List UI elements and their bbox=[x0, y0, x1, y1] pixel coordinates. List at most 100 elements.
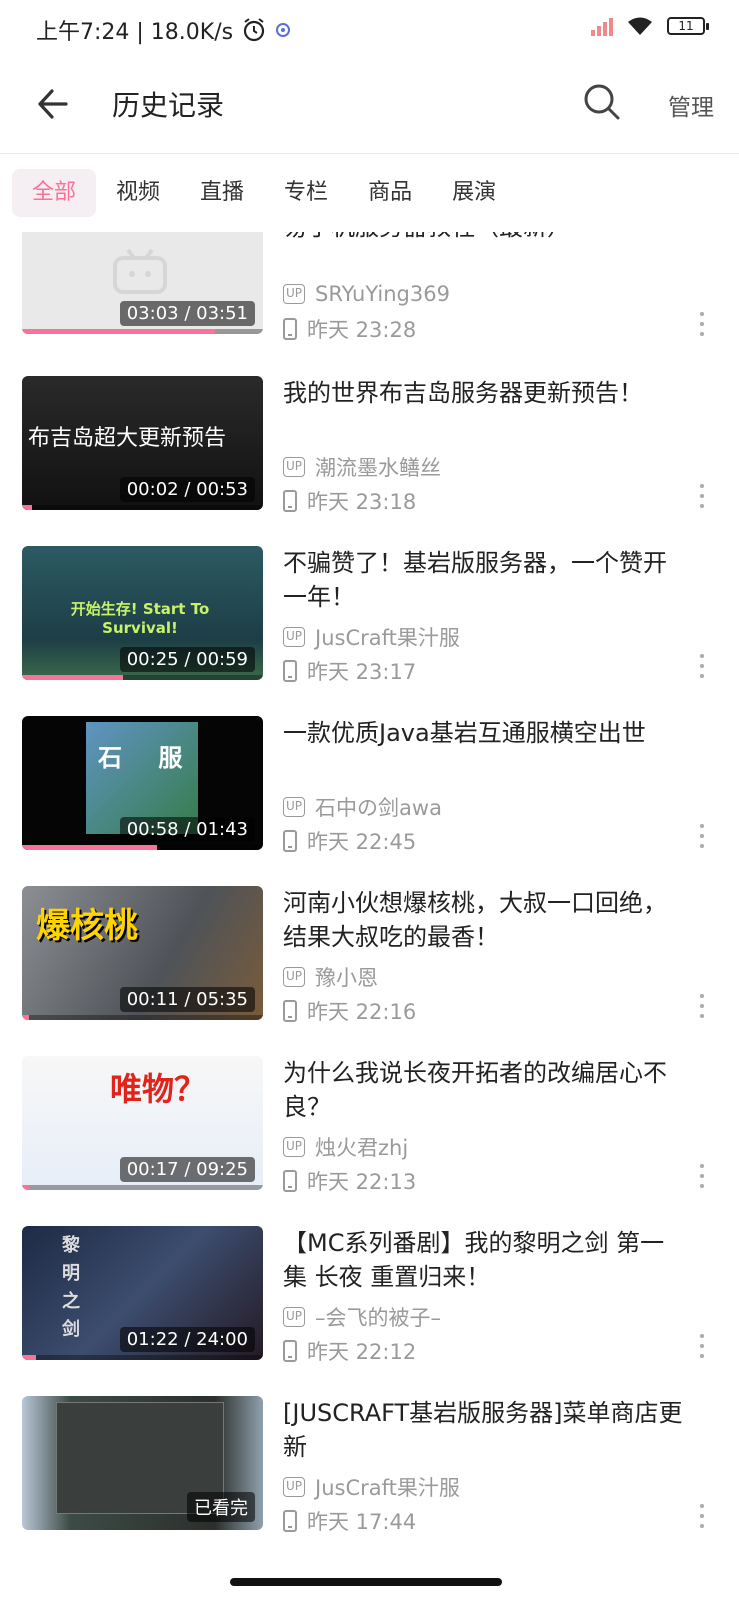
more-options-icon[interactable] bbox=[698, 1164, 706, 1188]
video-thumbnail[interactable]: 已看完 bbox=[22, 1396, 263, 1530]
video-info: 为什么我说长夜开拓者的改编居心不良？ bbox=[283, 1056, 683, 1124]
time-row: 昨天 17:44 bbox=[283, 1506, 416, 1536]
history-list: 03:03 / 03:51 易手机服务器教程（最新） UP SRYuYing36… bbox=[0, 232, 739, 1550]
list-item[interactable]: 03:03 / 03:51 易手机服务器教程（最新） UP SRYuYing36… bbox=[0, 232, 739, 342]
status-right: 11 bbox=[591, 16, 709, 36]
list-item[interactable]: 开始生存! Start To Survival! 00:25 / 00:59 不… bbox=[0, 546, 739, 684]
uploader-name: JusCraft果汁服 bbox=[315, 1476, 460, 1500]
more-options-icon[interactable] bbox=[698, 1504, 706, 1528]
battery-icon: 11 bbox=[667, 17, 709, 35]
more-options-icon[interactable] bbox=[698, 1334, 706, 1358]
watch-time: 昨天 23:17 bbox=[307, 660, 417, 684]
time-row: 昨天 22:45 bbox=[283, 826, 416, 856]
more-options-icon[interactable] bbox=[698, 312, 706, 336]
page-title: 历史记录 bbox=[112, 89, 225, 122]
video-info: 我的世界布吉岛服务器更新预告！ bbox=[283, 376, 683, 410]
up-icon: UP bbox=[283, 797, 306, 817]
phone-icon bbox=[283, 830, 297, 852]
tab-video[interactable]: 视频 bbox=[96, 169, 180, 217]
up-icon: UP bbox=[283, 627, 306, 647]
video-title: [JUSCRAFT基岩版服务器]菜单商店更新 bbox=[283, 1399, 683, 1461]
phone-icon bbox=[283, 1510, 297, 1532]
list-item[interactable]: 石 服 00:58 / 01:43 一款优质Java基岩互通服横空出世 UP 石… bbox=[0, 716, 739, 854]
up-icon: UP bbox=[283, 1477, 306, 1497]
tab-column[interactable]: 专栏 bbox=[264, 169, 348, 217]
uploader-row: UP 潮流墨水鳝丝 bbox=[283, 452, 441, 482]
video-thumbnail[interactable]: 03:03 / 03:51 bbox=[22, 232, 263, 334]
watch-time: 昨天 17:44 bbox=[307, 1510, 417, 1534]
time-row: 昨天 22:13 bbox=[283, 1166, 416, 1196]
video-thumbnail[interactable]: 开始生存! Start To Survival! 00:25 / 00:59 bbox=[22, 546, 263, 680]
uploader-name: 石中の剑awa bbox=[315, 796, 442, 820]
time-row: 昨天 23:28 bbox=[283, 314, 416, 344]
up-icon: UP bbox=[283, 457, 306, 477]
search-icon[interactable] bbox=[580, 80, 624, 124]
uploader-name: –会飞的被子– bbox=[315, 1306, 442, 1330]
signal-icon bbox=[591, 16, 613, 36]
phone-icon bbox=[283, 318, 297, 340]
video-title: 为什么我说长夜开拓者的改编居心不良？ bbox=[283, 1059, 667, 1121]
duration-badge: 03:03 / 03:51 bbox=[119, 301, 255, 326]
uploader-name: 烛火君zhj bbox=[315, 1136, 409, 1160]
list-item[interactable]: 爆核桃 00:11 / 05:35 河南小伙想爆核桃，大叔一口回绝，结果大叔吃的… bbox=[0, 886, 739, 1024]
more-options-icon[interactable] bbox=[698, 654, 706, 678]
more-options-icon[interactable] bbox=[698, 484, 706, 508]
video-title: 【MC系列番剧】我的黎明之剑 第一集 长夜 重置归来！ bbox=[283, 1229, 665, 1291]
up-icon: UP bbox=[283, 1307, 306, 1327]
watch-progress bbox=[22, 845, 157, 850]
video-thumbnail[interactable]: 黎 明 之 剑 01:22 / 24:00 bbox=[22, 1226, 263, 1360]
list-item[interactable]: 已看完 [JUSCRAFT基岩版服务器]菜单商店更新 UP JusCraft果汁… bbox=[0, 1396, 739, 1534]
duration-badge: 00:11 / 05:35 bbox=[119, 987, 255, 1012]
uploader-row: UP 豫小恩 bbox=[283, 962, 378, 992]
video-title: 不骗赞了！基岩版服务器，一个赞开一年！ bbox=[283, 549, 667, 611]
time-row: 昨天 23:18 bbox=[283, 486, 416, 516]
video-title: 我的世界布吉岛服务器更新预告！ bbox=[283, 379, 643, 407]
progress-track bbox=[22, 1015, 263, 1020]
duration-badge: 00:17 / 09:25 bbox=[119, 1157, 255, 1182]
video-thumbnail[interactable]: 布吉岛超大更新预告 00:02 / 00:53 bbox=[22, 376, 263, 510]
video-info: 易手机服务器教程（最新） bbox=[283, 232, 683, 244]
watch-time: 昨天 22:12 bbox=[307, 1340, 417, 1364]
thumbnail-caption: 开始生存! Start To Survival! bbox=[70, 600, 210, 637]
video-title: 易手机服务器教程（最新） bbox=[283, 232, 683, 244]
status-time-speed: 上午7:24 | 18.0K/s bbox=[36, 20, 234, 45]
tab-goods[interactable]: 商品 bbox=[348, 169, 432, 217]
video-thumbnail[interactable]: 爆核桃 00:11 / 05:35 bbox=[22, 886, 263, 1020]
watch-progress bbox=[22, 1015, 30, 1020]
more-options-icon[interactable] bbox=[698, 994, 706, 1018]
list-item[interactable]: 布吉岛超大更新预告 00:02 / 00:53 我的世界布吉岛服务器更新预告！ … bbox=[0, 376, 739, 514]
time-row: 昨天 22:16 bbox=[283, 996, 416, 1026]
phone-icon bbox=[283, 1340, 297, 1362]
video-thumbnail[interactable]: 唯物？ 00:17 / 09:25 bbox=[22, 1056, 263, 1190]
wifi-icon bbox=[628, 17, 652, 35]
app-notification-icon bbox=[276, 23, 291, 37]
tab-all[interactable]: 全部 bbox=[12, 169, 97, 217]
uploader-name: 潮流墨水鳝丝 bbox=[315, 456, 442, 480]
bilibili-placeholder-icon bbox=[113, 248, 167, 294]
phone-icon bbox=[283, 490, 297, 512]
status-left: 上午7:24 | 18.0K/s bbox=[36, 14, 291, 46]
tab-live[interactable]: 直播 bbox=[180, 169, 264, 217]
watch-time: 昨天 23:18 bbox=[307, 490, 417, 514]
uploader-row: UP 石中の剑awa bbox=[283, 792, 442, 822]
video-title: 一款优质Java基岩互通服横空出世 bbox=[283, 719, 646, 747]
manage-button[interactable]: 管理 bbox=[668, 88, 714, 122]
tab-show[interactable]: 展演 bbox=[432, 169, 516, 217]
watch-progress bbox=[22, 1355, 37, 1360]
list-item[interactable]: 唯物？ 00:17 / 09:25 为什么我说长夜开拓者的改编居心不良？ UP … bbox=[0, 1056, 739, 1194]
video-info: 不骗赞了！基岩版服务器，一个赞开一年！ bbox=[283, 546, 683, 614]
up-icon: UP bbox=[283, 967, 306, 987]
watch-time: 昨天 22:45 bbox=[307, 830, 417, 854]
watch-progress bbox=[22, 675, 124, 680]
status-bar: 上午7:24 | 18.0K/s 11 bbox=[0, 0, 739, 62]
back-arrow-icon[interactable] bbox=[32, 82, 76, 126]
thumbnail-caption: 石 服 bbox=[98, 744, 197, 772]
thumbnail-caption: 唯物？ bbox=[110, 1070, 207, 1108]
list-item[interactable]: 黎 明 之 剑 01:22 / 24:00 【MC系列番剧】我的黎明之剑 第一集… bbox=[0, 1226, 739, 1364]
time-row: 昨天 23:17 bbox=[283, 656, 416, 686]
video-thumbnail[interactable]: 石 服 00:58 / 01:43 bbox=[22, 716, 263, 850]
video-info: 河南小伙想爆核桃，大叔一口回绝，结果大叔吃的最香！ bbox=[283, 886, 683, 954]
more-options-icon[interactable] bbox=[698, 824, 706, 848]
thumbnail-caption: 布吉岛超大更新预告 bbox=[28, 426, 227, 451]
home-indicator[interactable] bbox=[230, 1578, 502, 1586]
